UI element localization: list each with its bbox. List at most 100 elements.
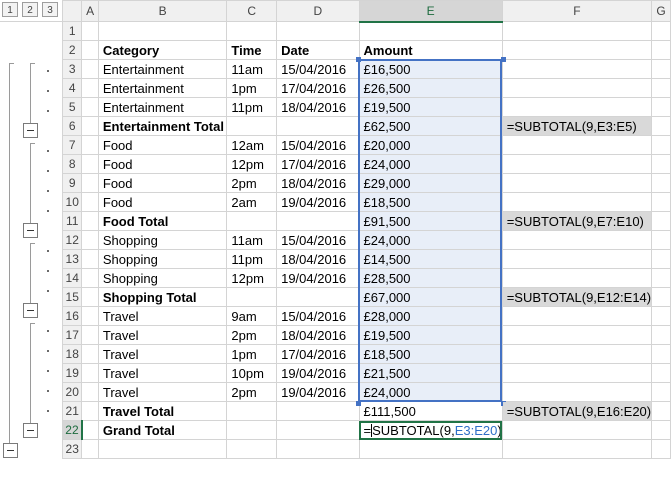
row-header[interactable]: 14 bbox=[61, 268, 83, 288]
cell-d[interactable] bbox=[276, 420, 360, 440]
column-header-f[interactable]: F bbox=[501, 0, 653, 22]
cell-e[interactable]: £28,000 bbox=[358, 306, 503, 326]
cell-e[interactable]: £21,500 bbox=[358, 363, 503, 383]
cell-a[interactable] bbox=[81, 59, 99, 79]
cell-f[interactable] bbox=[501, 21, 653, 41]
cell-f[interactable] bbox=[501, 439, 653, 459]
cell-a[interactable] bbox=[81, 154, 99, 174]
cell-g[interactable] bbox=[651, 40, 671, 60]
cell-c[interactable]: 12pm bbox=[226, 154, 278, 174]
cell-c[interactable]: 9am bbox=[226, 306, 278, 326]
cell-g[interactable] bbox=[651, 420, 671, 440]
cell-g[interactable] bbox=[651, 59, 671, 79]
cell-a[interactable] bbox=[81, 21, 99, 41]
cell-b[interactable]: Travel bbox=[97, 325, 228, 345]
cell-e[interactable]: £62,500 bbox=[358, 116, 503, 136]
row-header[interactable]: 12 bbox=[61, 230, 83, 250]
row-header[interactable]: 7 bbox=[61, 135, 83, 155]
cell-c[interactable]: 10pm bbox=[226, 363, 278, 383]
row-header[interactable]: 23 bbox=[61, 439, 83, 459]
cell-d[interactable]: Date bbox=[276, 40, 360, 60]
cell-c[interactable]: 11pm bbox=[226, 249, 278, 269]
cell-b[interactable]: Travel Total bbox=[97, 401, 228, 421]
collapse-grand-total-button[interactable] bbox=[3, 443, 18, 458]
collapse-travel-button[interactable] bbox=[23, 423, 38, 438]
cell-e[interactable] bbox=[358, 21, 503, 41]
row-header[interactable]: 2 bbox=[61, 40, 83, 60]
cell-a[interactable] bbox=[81, 78, 99, 98]
cell-g[interactable] bbox=[651, 401, 671, 421]
cell-e[interactable] bbox=[358, 439, 503, 459]
cell-a[interactable] bbox=[81, 268, 99, 288]
row-header[interactable]: 6 bbox=[61, 116, 83, 136]
cell-b[interactable] bbox=[97, 439, 228, 459]
cell-g[interactable] bbox=[651, 268, 671, 288]
cell-d[interactable]: 17/04/2016 bbox=[276, 78, 360, 98]
row-header[interactable]: 17 bbox=[61, 325, 83, 345]
cell-d[interactable] bbox=[276, 21, 360, 41]
cell-a[interactable] bbox=[81, 116, 99, 136]
cell-e[interactable]: £111,500 bbox=[358, 401, 503, 421]
cell-g[interactable] bbox=[651, 135, 671, 155]
cell-d[interactable] bbox=[276, 439, 360, 459]
cell-e[interactable]: Amount bbox=[358, 40, 503, 60]
cell-c[interactable]: 1pm bbox=[226, 344, 278, 364]
cell-f[interactable]: =SUBTOTAL(9,E16:E20) bbox=[501, 401, 653, 421]
row-header[interactable]: 20 bbox=[61, 382, 83, 402]
cell-c[interactable] bbox=[226, 287, 278, 307]
cell-g[interactable] bbox=[651, 97, 671, 117]
cell-b[interactable]: Food bbox=[97, 135, 228, 155]
row-header[interactable]: 1 bbox=[61, 21, 83, 41]
column-header-d[interactable]: D bbox=[276, 0, 360, 22]
cell-b[interactable]: Entertainment bbox=[97, 97, 228, 117]
cell-e[interactable]: £24,000 bbox=[358, 382, 503, 402]
row-header[interactable]: 9 bbox=[61, 173, 83, 193]
cell-a[interactable] bbox=[81, 306, 99, 326]
cell-a[interactable] bbox=[81, 40, 99, 60]
row-header[interactable]: 13 bbox=[61, 249, 83, 269]
row-header[interactable]: 11 bbox=[61, 211, 83, 231]
cell-d[interactable]: 17/04/2016 bbox=[276, 344, 360, 364]
cell-f[interactable]: =SUBTOTAL(9,E12:E14) bbox=[501, 287, 653, 307]
cell-a[interactable] bbox=[81, 192, 99, 212]
cell-c[interactable]: 12am bbox=[226, 135, 278, 155]
cell-c[interactable]: 2am bbox=[226, 192, 278, 212]
cell-d[interactable] bbox=[276, 401, 360, 421]
cell-b[interactable]: Entertainment Total bbox=[97, 116, 228, 136]
cell-g[interactable] bbox=[651, 363, 671, 383]
cell-d[interactable] bbox=[276, 116, 360, 136]
cell-b[interactable]: Travel bbox=[97, 306, 228, 326]
cell-a[interactable] bbox=[81, 249, 99, 269]
cell-b[interactable]: Food bbox=[97, 192, 228, 212]
cell-a[interactable] bbox=[81, 363, 99, 383]
cell-c[interactable]: 11am bbox=[226, 230, 278, 250]
cell-f[interactable] bbox=[501, 135, 653, 155]
row-header[interactable]: 22 bbox=[61, 420, 83, 440]
cell-e[interactable]: £24,000 bbox=[358, 230, 503, 250]
cell-b[interactable] bbox=[97, 21, 228, 41]
cell-f[interactable] bbox=[501, 230, 653, 250]
cell-e[interactable]: £24,000 bbox=[358, 154, 503, 174]
cell-d[interactable] bbox=[276, 287, 360, 307]
cell-d[interactable]: 18/04/2016 bbox=[276, 325, 360, 345]
cell-g[interactable] bbox=[651, 173, 671, 193]
cell-g[interactable] bbox=[651, 249, 671, 269]
cell-c[interactable]: 2pm bbox=[226, 325, 278, 345]
cell-b[interactable]: Food bbox=[97, 173, 228, 193]
cell-f[interactable] bbox=[501, 268, 653, 288]
cell-f[interactable] bbox=[501, 325, 653, 345]
collapse-food-button[interactable] bbox=[23, 223, 38, 238]
cell-a[interactable] bbox=[81, 344, 99, 364]
cell-c[interactable] bbox=[226, 211, 278, 231]
cell-b[interactable]: Shopping bbox=[97, 230, 228, 250]
cell-g[interactable] bbox=[651, 382, 671, 402]
cell-a[interactable] bbox=[81, 97, 99, 117]
cell-f[interactable] bbox=[501, 59, 653, 79]
cell-d[interactable]: 18/04/2016 bbox=[276, 249, 360, 269]
cell-c[interactable]: Time bbox=[226, 40, 278, 60]
cell-c[interactable]: 11am bbox=[226, 59, 278, 79]
row-header[interactable]: 19 bbox=[61, 363, 83, 383]
cell-e[interactable]: £26,500 bbox=[358, 78, 503, 98]
cell-c[interactable] bbox=[226, 21, 278, 41]
cell-g[interactable] bbox=[651, 192, 671, 212]
